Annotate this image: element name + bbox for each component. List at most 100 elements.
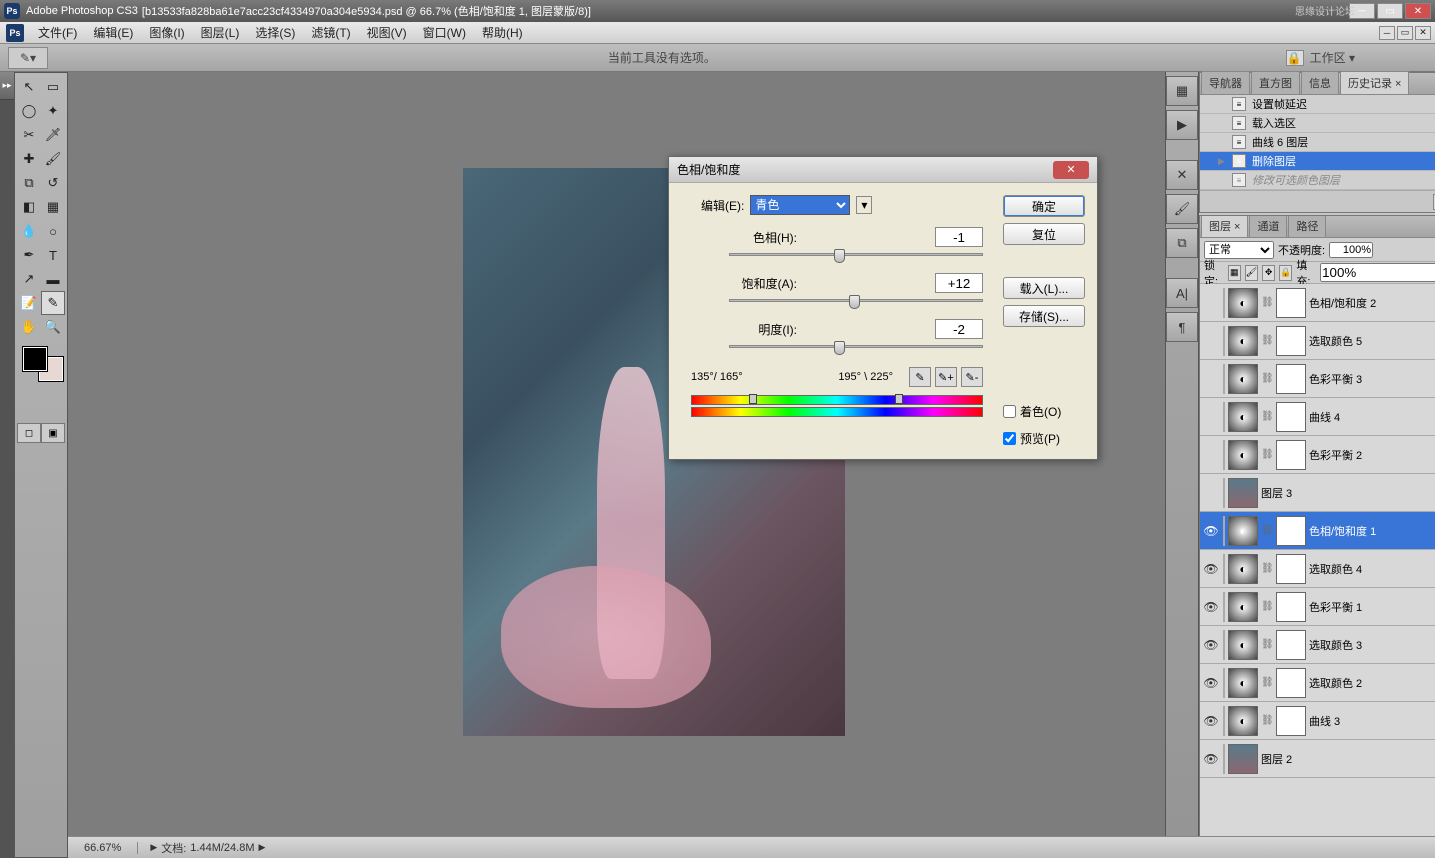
- layer-row[interactable]: 👁◐⛓选取颜色 4: [1200, 550, 1435, 588]
- history-item[interactable]: ▶≡删除图层: [1200, 152, 1435, 171]
- layer-row[interactable]: 图层 3: [1200, 474, 1435, 512]
- layer-mask-thumb[interactable]: [1276, 668, 1306, 698]
- tools-preset-icon[interactable]: ✕: [1166, 160, 1198, 190]
- gradient-tool[interactable]: ▦: [41, 195, 65, 219]
- menu-edit[interactable]: 编辑(E): [85, 22, 141, 43]
- brushes-icon[interactable]: 🖌: [1166, 194, 1198, 224]
- layer-name-label[interactable]: 色彩平衡 2: [1309, 447, 1435, 463]
- lightness-input[interactable]: [935, 319, 983, 339]
- shape-tool[interactable]: ▬: [41, 267, 65, 291]
- layer-mask-thumb[interactable]: [1276, 592, 1306, 622]
- pen-tool[interactable]: ✒: [17, 243, 41, 267]
- hand-tool[interactable]: ✋: [17, 315, 41, 339]
- layer-mask-thumb[interactable]: [1276, 288, 1306, 318]
- layer-name-label[interactable]: 色彩平衡 3: [1309, 371, 1435, 387]
- layer-name-label[interactable]: 曲线 3: [1309, 713, 1435, 729]
- dialog-close-button[interactable]: ✕: [1053, 161, 1089, 179]
- visibility-toggle[interactable]: 👁: [1202, 712, 1220, 730]
- histogram-icon[interactable]: ▶: [1166, 110, 1198, 140]
- marquee-tool[interactable]: ▭: [41, 75, 65, 99]
- preview-checkbox[interactable]: [1003, 432, 1016, 445]
- layer-name-label[interactable]: 色彩平衡 1: [1309, 599, 1435, 615]
- visibility-toggle[interactable]: 👁: [1202, 598, 1220, 616]
- visibility-toggle[interactable]: 👁: [1202, 674, 1220, 692]
- edit-select[interactable]: 青色: [750, 195, 850, 215]
- visibility-toggle[interactable]: [1202, 370, 1220, 388]
- layer-thumb[interactable]: ◐: [1228, 706, 1258, 736]
- layer-mask-thumb[interactable]: [1276, 516, 1306, 546]
- visibility-toggle[interactable]: 👁: [1202, 560, 1220, 578]
- layer-row[interactable]: 👁◐⛓选取颜色 2: [1200, 664, 1435, 702]
- window-close-button[interactable]: ✕: [1405, 3, 1431, 19]
- visibility-toggle[interactable]: 👁: [1202, 750, 1220, 768]
- layer-name-label[interactable]: 选取颜色 3: [1309, 637, 1435, 653]
- layer-thumb[interactable]: ◐: [1228, 288, 1258, 318]
- layer-thumb[interactable]: [1228, 478, 1258, 508]
- layer-mask-thumb[interactable]: [1276, 364, 1306, 394]
- zoom-level[interactable]: 66.67%: [68, 842, 138, 854]
- menu-image[interactable]: 图像(I): [141, 22, 192, 43]
- zoom-tool[interactable]: 🔍: [41, 315, 65, 339]
- layer-name-label[interactable]: 选取颜色 4: [1309, 561, 1435, 577]
- layer-thumb[interactable]: ◐: [1228, 326, 1258, 356]
- load-button[interactable]: 载入(L)...: [1003, 277, 1085, 299]
- slice-tool[interactable]: 🗡: [41, 123, 65, 147]
- layer-row[interactable]: ◐⛓选取颜色 5: [1200, 322, 1435, 360]
- layer-thumb[interactable]: ◐: [1228, 630, 1258, 660]
- lock-transparency-icon[interactable]: ▦: [1228, 265, 1241, 281]
- layer-row[interactable]: ◐⛓曲线 4: [1200, 398, 1435, 436]
- layer-name-label[interactable]: 选取颜色 2: [1309, 675, 1435, 691]
- layer-thumb[interactable]: ◐: [1228, 402, 1258, 432]
- doc-info-arrow-icon[interactable]: ▶: [150, 842, 157, 853]
- layer-thumb[interactable]: ◐: [1228, 592, 1258, 622]
- type-tool[interactable]: T: [41, 243, 65, 267]
- healing-tool[interactable]: ✚: [17, 147, 41, 171]
- tab-layers[interactable]: 图层 ×: [1201, 215, 1248, 237]
- layer-row[interactable]: 👁◐⛓色相/饱和度 1: [1200, 512, 1435, 550]
- brush-tool[interactable]: 🖌: [41, 147, 65, 171]
- tab-navigator[interactable]: 导航器: [1201, 71, 1250, 94]
- visibility-toggle[interactable]: [1202, 446, 1220, 464]
- mdi-restore-button[interactable]: ▭: [1397, 26, 1413, 40]
- hue-range-bar[interactable]: [691, 395, 983, 417]
- clone-icon[interactable]: ⧉: [1166, 228, 1198, 258]
- tab-paths[interactable]: 路径: [1288, 215, 1326, 237]
- opacity-input[interactable]: [1329, 242, 1373, 258]
- quickmask-toggle[interactable]: ◻: [17, 423, 41, 443]
- layer-row[interactable]: ◐⛓色相/饱和度 2: [1200, 284, 1435, 322]
- layer-thumb[interactable]: [1228, 744, 1258, 774]
- layer-mask-thumb[interactable]: [1276, 402, 1306, 432]
- eyedropper-sub-icon[interactable]: ✎-: [961, 367, 983, 387]
- lock-all-icon[interactable]: 🔒: [1279, 265, 1292, 281]
- history-item[interactable]: ≡曲线 6 图层: [1200, 133, 1435, 152]
- history-item[interactable]: ≡设置帧延迟: [1200, 95, 1435, 114]
- lightness-slider[interactable]: [681, 341, 993, 359]
- ok-button[interactable]: 确定: [1003, 195, 1085, 217]
- path-select-tool[interactable]: ↗: [17, 267, 41, 291]
- toolbox-handle[interactable]: ▸▸: [0, 72, 14, 100]
- layer-name-label[interactable]: 曲线 4: [1309, 409, 1435, 425]
- eraser-tool[interactable]: ◧: [17, 195, 41, 219]
- lock-position-icon[interactable]: ✥: [1262, 265, 1275, 281]
- layer-row[interactable]: 👁◐⛓选取颜色 3: [1200, 626, 1435, 664]
- history-brush-tool[interactable]: ↺: [41, 171, 65, 195]
- blur-tool[interactable]: 💧: [17, 219, 41, 243]
- quick-select-tool[interactable]: ✦: [41, 99, 65, 123]
- palette-lock-icon[interactable]: 🔒: [1286, 50, 1304, 66]
- layer-name-label[interactable]: 图层 2: [1261, 751, 1435, 767]
- layer-mask-thumb[interactable]: [1276, 326, 1306, 356]
- ps-icon[interactable]: Ps: [6, 24, 24, 42]
- layer-mask-thumb[interactable]: [1276, 554, 1306, 584]
- navigator-icon[interactable]: ▦: [1166, 76, 1198, 106]
- window-maximize-button[interactable]: ▭: [1377, 3, 1403, 19]
- layer-thumb[interactable]: ◐: [1228, 668, 1258, 698]
- layer-row[interactable]: 👁◐⛓色彩平衡 1: [1200, 588, 1435, 626]
- layer-row[interactable]: ◐⛓色彩平衡 2: [1200, 436, 1435, 474]
- lock-pixels-icon[interactable]: 🖌: [1245, 265, 1258, 281]
- tab-info[interactable]: 信息: [1301, 71, 1339, 94]
- fill-input[interactable]: [1320, 263, 1435, 282]
- layer-name-label[interactable]: 色相/饱和度 1: [1309, 523, 1435, 539]
- notes-tool[interactable]: 📝: [17, 291, 41, 315]
- tab-histogram[interactable]: 直方图: [1251, 71, 1300, 94]
- hue-input[interactable]: [935, 227, 983, 247]
